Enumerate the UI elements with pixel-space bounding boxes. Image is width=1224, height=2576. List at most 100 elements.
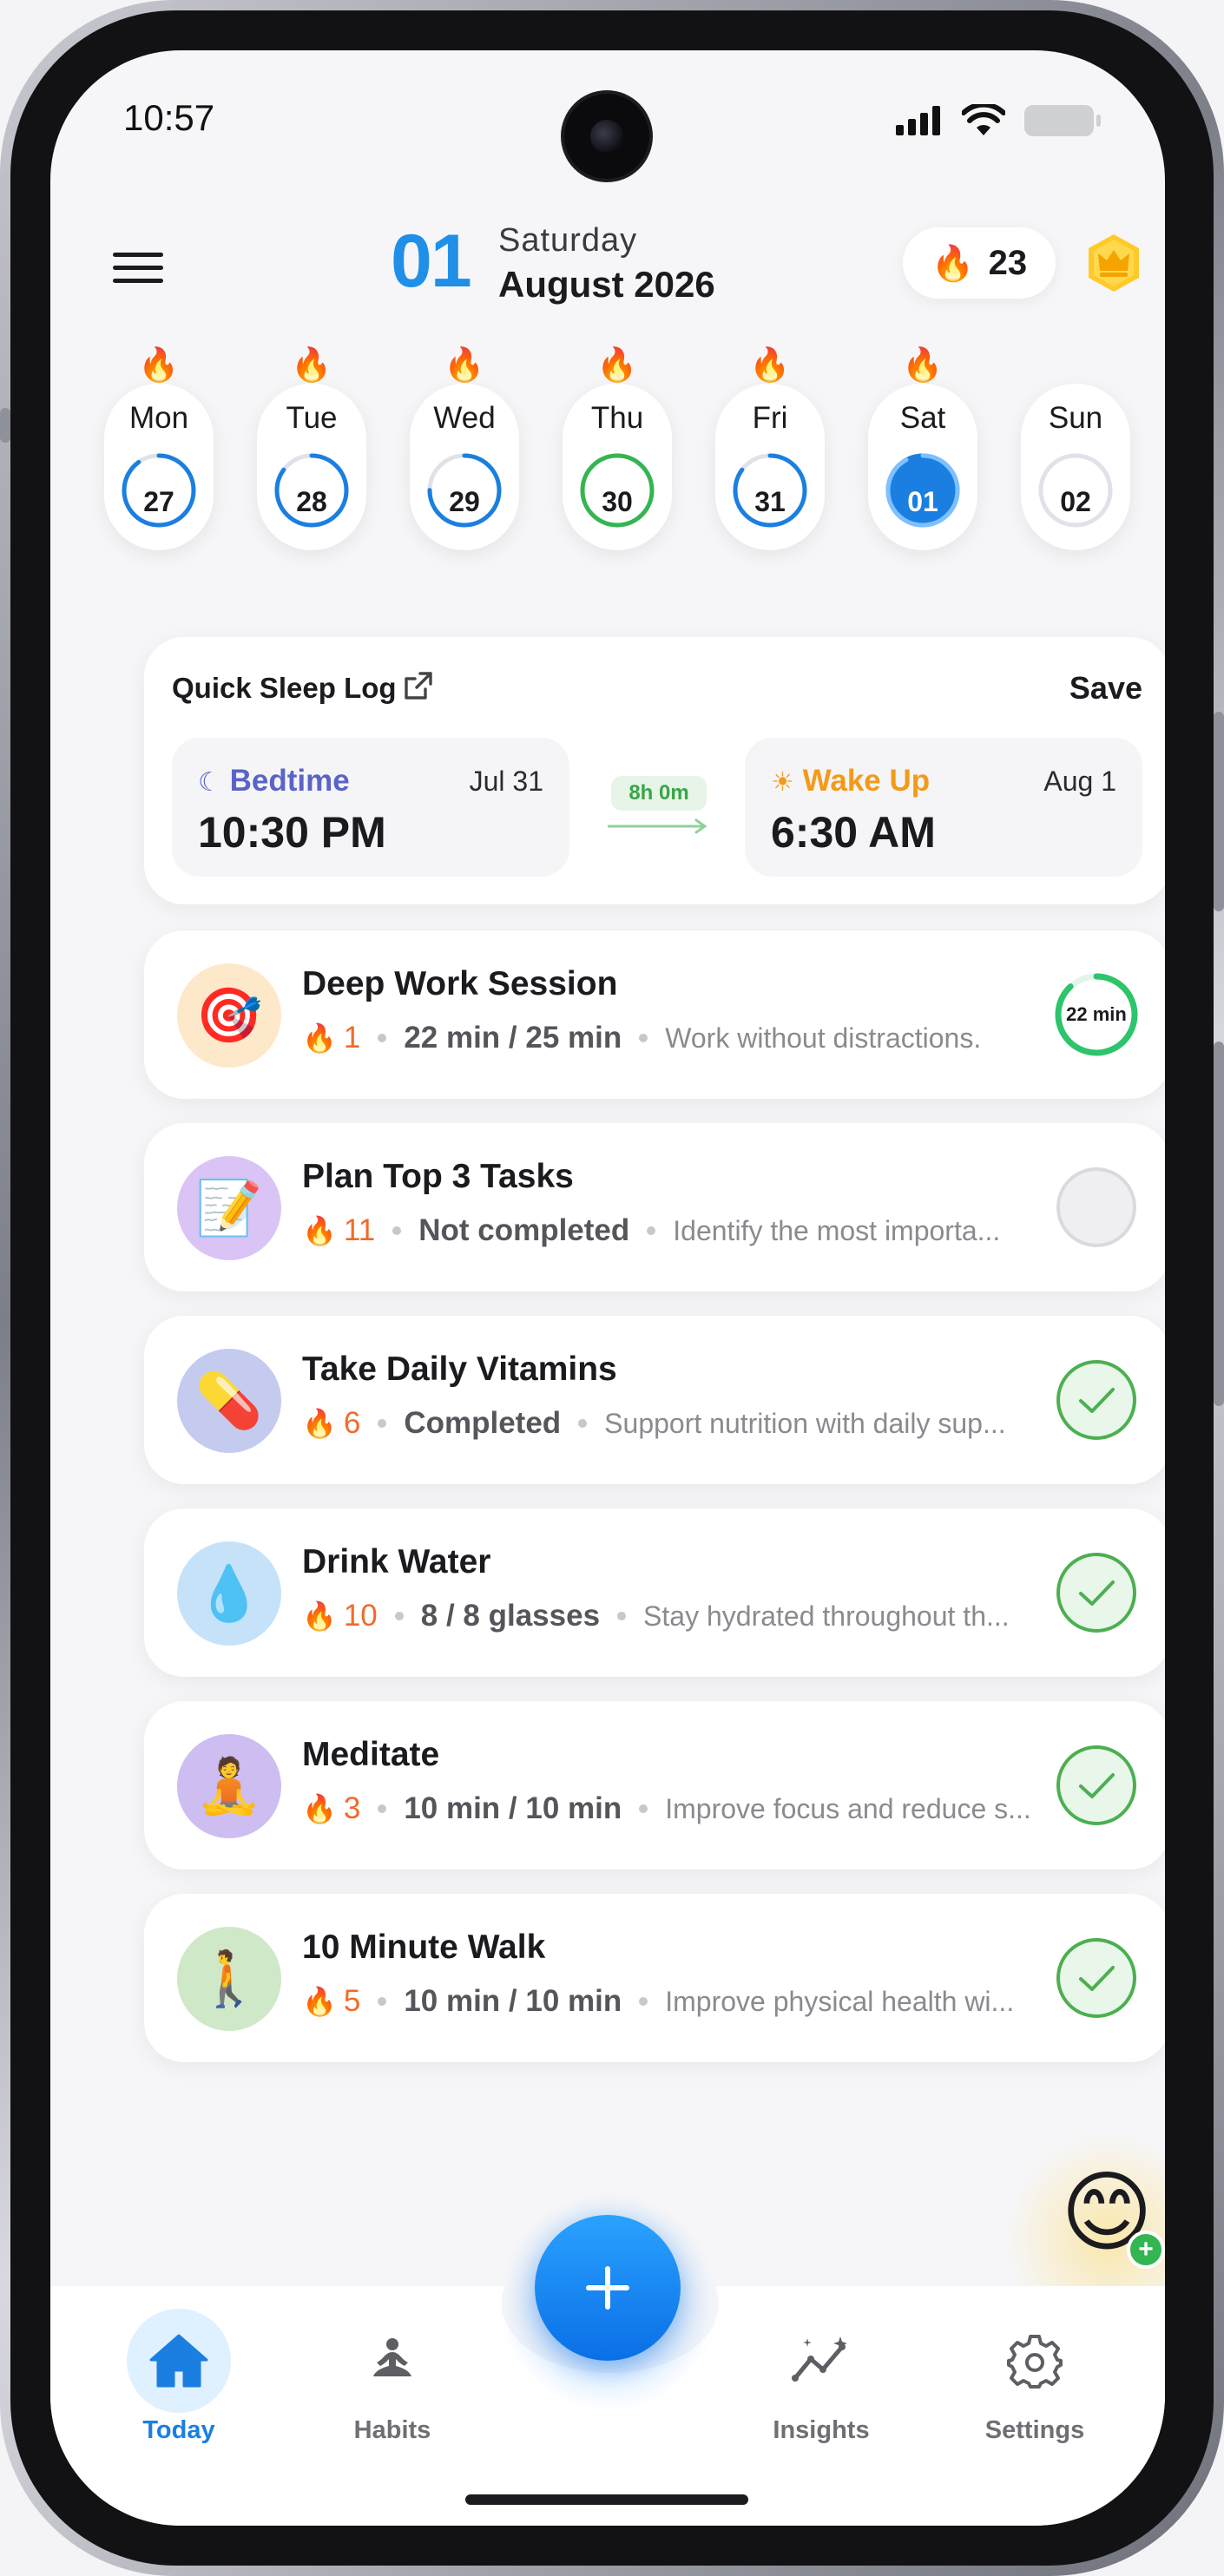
habit-progress: 8 / 8 glasses (420, 1599, 601, 1633)
app-screen: 10:57 01 Saturday August 2026 🔥 23 🔥 Mon… (50, 50, 1165, 2526)
day-label: Sun (1048, 401, 1103, 435)
insights-sparkle-icon (792, 2336, 847, 2382)
habit-meta: 🔥 3 10 min / 10 min Improve focus and reduc… (302, 1791, 1031, 1826)
habit-card[interactable]: 🚶 10 Minute Walk 🔥 5 10 min / 10 min Improve … (144, 1894, 1165, 2062)
habit-meta: 🔥 10 8 / 8 glasses Stay hydrated throughout… (302, 1599, 1031, 1633)
habit-streak: 10 (343, 1599, 378, 1633)
habit-progress: 10 min / 10 min (404, 1984, 622, 2018)
habit-streak: 1 (343, 1021, 361, 1055)
premium-crown-icon[interactable] (1083, 233, 1144, 293)
habit-check-done[interactable] (1054, 1550, 1139, 1635)
nav-insights[interactable]: Insights (734, 2309, 908, 2456)
bedtime-label: ☾ Bedtime (198, 764, 350, 798)
habit-card[interactable]: 💊 Take Daily Vitamins 🔥 6 Completed Support n… (144, 1316, 1165, 1484)
habit-meta: 🔥 11 Not completed Identify the most import… (302, 1213, 1031, 1248)
nav-today-icon-wrap (127, 2309, 231, 2413)
separator-dot (639, 1034, 648, 1042)
side-button (1214, 1042, 1224, 1406)
fire-icon: 🔥 (302, 1408, 337, 1439)
day-date: 28 (296, 486, 327, 517)
pill-icon: 💊 (177, 1349, 281, 1453)
streak-badge[interactable]: 🔥 23 (903, 227, 1056, 299)
habit-check-done[interactable] (1054, 1357, 1139, 1442)
nav-habits[interactable]: Habits (306, 2309, 479, 2456)
quick-sleep-log-card: Quick Sleep Log Save ☾ Bedtime Jul 31 10… (144, 637, 1165, 904)
bedtime-field[interactable]: ☾ Bedtime Jul 31 10:30 PM (172, 738, 569, 877)
status-time: 10:57 (123, 97, 215, 138)
menu-line (113, 252, 163, 257)
bedtime-label-text: Bedtime (229, 764, 350, 798)
separator-dot (378, 1419, 387, 1428)
day-sat[interactable]: 🔥 Sat 01 (868, 345, 977, 554)
nav-settings[interactable]: Settings (948, 2309, 1122, 2456)
habit-description: Stay hydrated throughout th... (643, 1600, 1010, 1632)
fire-icon: 🔥 (902, 347, 944, 384)
habit-name: Drink Water (302, 1543, 491, 1580)
add-habit-button[interactable] (535, 2215, 681, 2361)
wakeup-label: ☀ Wake Up (771, 764, 930, 798)
habit-check-done[interactable] (1054, 1743, 1139, 1828)
habit-progress-ring[interactable]: 22 min (1054, 972, 1139, 1057)
habit-progress: Not completed (418, 1213, 630, 1247)
separator-dot (639, 1997, 648, 2006)
day-wed[interactable]: 🔥 Wed 29 (410, 345, 519, 554)
side-button (1214, 712, 1224, 911)
habit-check-empty[interactable] (1054, 1165, 1139, 1250)
habit-streak: 11 (343, 1213, 376, 1247)
separator-dot (578, 1419, 588, 1428)
fire-icon: 🔥 (138, 347, 180, 384)
day-label: Wed (433, 401, 496, 435)
nav-today[interactable]: Today (92, 2309, 266, 2456)
habit-description: Work without distractions. (665, 1022, 982, 1054)
save-button[interactable]: Save (1069, 670, 1142, 706)
habit-name: 10 Minute Walk (302, 1929, 546, 1966)
day-thu[interactable]: 🔥 Thu 30 (563, 345, 672, 554)
day-mon[interactable]: 🔥 Mon 27 (104, 345, 214, 554)
sleep-log-title: Quick Sleep Log (172, 672, 397, 704)
sun-icon: ☀ (771, 768, 794, 797)
fire-icon: 🔥 (302, 1793, 337, 1824)
fire-icon: 🔥 (302, 1986, 337, 2017)
sleep-duration: 8h 0m (611, 776, 707, 811)
signal-icon (896, 106, 940, 135)
habit-card[interactable]: 🧘 Meditate 🔥 3 10 min / 10 min Improve focus … (144, 1701, 1165, 1870)
habit-card[interactable]: 💧 Drink Water 🔥 10 8 / 8 glasses Stay hydrate… (144, 1508, 1165, 1677)
nav-today-label: Today (142, 2416, 215, 2444)
day-tue[interactable]: 🔥 Tue 28 (257, 345, 366, 554)
day-date: 02 (1060, 486, 1091, 517)
home-indicator[interactable] (465, 2494, 748, 2505)
plus-icon (586, 2266, 629, 2310)
selected-date-number[interactable]: 01 (391, 219, 472, 305)
separator-dot (378, 1804, 387, 1813)
bedtime-time: 10:30 PM (198, 808, 386, 857)
habit-card[interactable]: 📝 Plan Top 3 Tasks 🔥 11 Not completed Identif… (144, 1123, 1165, 1291)
nav-settings-icon-wrap (983, 2309, 1087, 2413)
separator-dot (392, 1226, 402, 1235)
fire-icon: 🔥 (931, 244, 975, 283)
day-fri[interactable]: 🔥 Fri 31 (715, 345, 825, 554)
walking-icon: 🚶 (177, 1927, 281, 2031)
moon-icon: ☾ (198, 768, 221, 797)
menu-button[interactable] (113, 241, 165, 293)
selected-weekday: Saturday (498, 222, 638, 259)
separator-dot (639, 1804, 648, 1813)
wakeup-date: Aug 1 (1043, 766, 1116, 797)
day-sun[interactable]: Sun 02 (1021, 345, 1130, 554)
wakeup-field[interactable]: ☀ Wake Up Aug 1 6:30 AM (745, 738, 1142, 877)
habit-check-done[interactable] (1054, 1935, 1139, 2021)
habit-card[interactable]: 🎯 Deep Work Session 🔥 1 22 min / 25 min Work … (144, 930, 1165, 1099)
habit-progress: 10 min / 10 min (404, 1791, 622, 1825)
habit-meta: 🔥 1 22 min / 25 min Work without distractio… (302, 1021, 1031, 1055)
meditation-icon: 🧘 (177, 1734, 281, 1838)
habit-description: Support nutrition with daily sup... (604, 1407, 1006, 1439)
day-date: 31 (754, 486, 786, 517)
fire-icon: 🔥 (444, 347, 485, 384)
habit-streak: 5 (343, 1984, 361, 2018)
menu-line (113, 278, 163, 283)
habit-streak: 3 (343, 1791, 361, 1825)
open-external-icon[interactable] (401, 668, 436, 703)
status-icons (896, 104, 1101, 137)
side-button (0, 408, 10, 443)
selected-month-year[interactable]: August 2026 (498, 264, 715, 306)
nav-settings-label: Settings (984, 2416, 1085, 2444)
